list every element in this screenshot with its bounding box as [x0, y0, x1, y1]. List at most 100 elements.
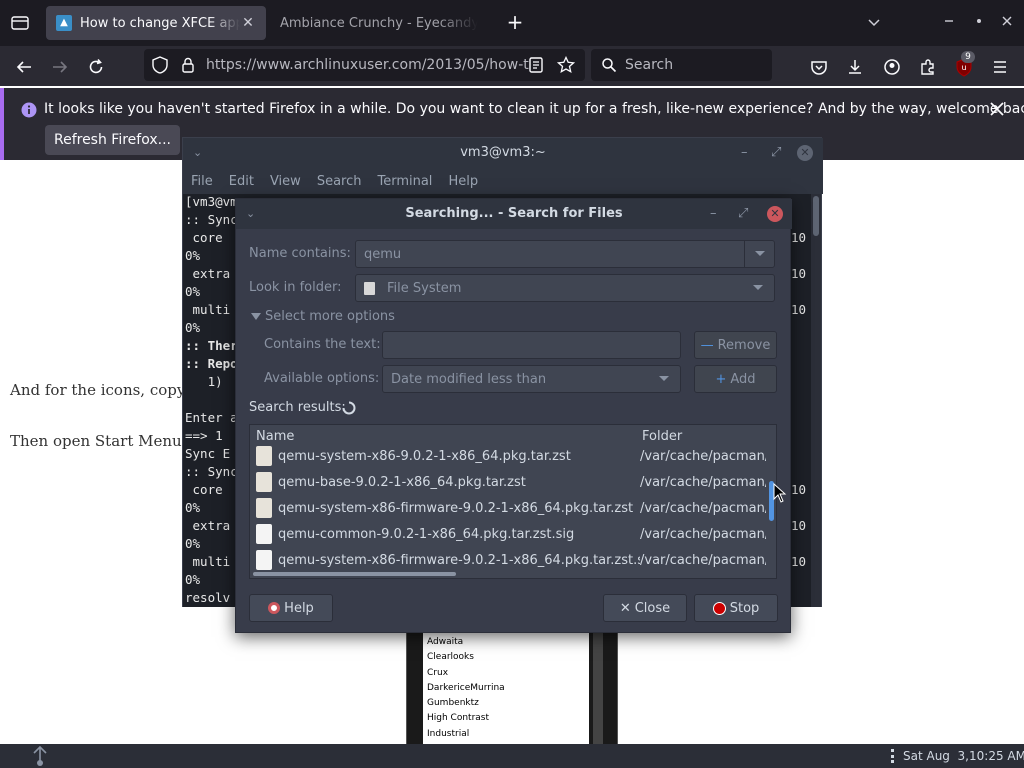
tab-title: Ambiance Crunchy - Eyecandy [280, 15, 478, 31]
table-row[interactable]: qemu-common-9.0.2-1-x86_64.pkg.tar.zst.s… [250, 521, 766, 547]
terminal-scrollbar[interactable] [811, 194, 821, 607]
search-bar[interactable]: Search [591, 49, 772, 81]
stop-icon [712, 601, 726, 615]
themes-screenshot: Adwaita Clearlooks Crux DarkericeMurrina… [406, 620, 618, 746]
terminal-line: 0% [185, 500, 201, 515]
terminal-line: core [185, 482, 223, 497]
new-tab-button[interactable]: + [503, 10, 527, 34]
terminal-menu-view[interactable]: View [270, 174, 301, 189]
name-history-dropdown-icon[interactable] [744, 241, 774, 267]
tab-title: How to change XFCE appea [80, 15, 240, 31]
tray-menu-icon[interactable] [891, 749, 895, 763]
info-icon [21, 102, 37, 118]
firefox-view-icon[interactable] [10, 13, 30, 33]
stop-button[interactable]: Stop [694, 594, 778, 622]
add-button[interactable]: + Add [694, 365, 777, 393]
document-file-icon [256, 550, 272, 570]
close-button[interactable]: ✕ Close [603, 594, 687, 622]
terminal-title: vm3@vm3:~ [460, 145, 546, 160]
bookmark-star-icon[interactable] [557, 56, 575, 74]
downloads-icon[interactable] [841, 53, 869, 81]
terminal-line: multi [185, 554, 231, 569]
table-row[interactable]: qemu-system-x86-9.0.2-1-x86_64.pkg.tar.z… [250, 443, 766, 469]
terminal-maximize-icon[interactable]: ⤢ [771, 138, 781, 168]
expander-triangle-icon [251, 312, 261, 320]
page-text-icons: And for the icons, copy fol [10, 381, 210, 399]
tracking-protection-icon[interactable] [152, 56, 168, 74]
refresh-firefox-button[interactable]: Refresh Firefox... [45, 125, 180, 155]
help-lifebuoy-icon [268, 602, 281, 614]
account-icon[interactable] [878, 53, 906, 81]
lock-icon[interactable] [182, 57, 194, 73]
window-close-icon[interactable] [1000, 14, 1014, 28]
whisker-menu-icon[interactable] [30, 745, 50, 767]
contains-text-input[interactable] [382, 331, 681, 359]
tab-ambiance-crunchy[interactable]: Ambiance Crunchy - Eyecandy [270, 6, 488, 40]
terminal-progress-marker: 10 [791, 302, 807, 317]
search-results-table[interactable]: Name Folder qemu-system-x86-9.0.2-1-x86_… [249, 424, 777, 579]
clock[interactable]: Sat Aug 3,10:25 AM [903, 749, 1024, 763]
look-in-folder-value: File System [387, 280, 462, 296]
folder-dropdown-icon[interactable] [752, 284, 764, 292]
select-more-options-expander[interactable]: Select more options [251, 309, 395, 324]
add-label: Add [730, 371, 756, 387]
results-horizontal-scrollbar[interactable] [250, 570, 766, 578]
terminal-line: Sync E [185, 446, 231, 461]
url-bar[interactable]: https://www.archlinuxuser.com/2013/05/ho… [144, 49, 585, 81]
result-name: qemu-system-x86-firmware-9.0.2-1-x86_64.… [278, 552, 640, 568]
tab-strip: ▲ How to change XFCE appea ✕ Ambiance Cr… [0, 0, 1024, 46]
reader-view-icon[interactable] [529, 57, 543, 73]
terminal-line: extra [185, 266, 231, 281]
close-tab-icon[interactable]: ✕ [240, 15, 256, 31]
results-vertical-scrollbar[interactable] [766, 447, 776, 575]
table-row[interactable]: qemu-system-x86-firmware-9.0.2-1-x86_64.… [250, 495, 766, 521]
dialog-close-icon[interactable]: ✕ [767, 206, 783, 222]
terminal-menu-terminal[interactable]: Terminal [377, 174, 432, 189]
result-name: qemu-system-x86-9.0.2-1-x86_64.pkg.tar.z… [278, 448, 571, 464]
terminal-minimize-icon[interactable]: – [741, 138, 748, 168]
terminal-menu-search[interactable]: Search [317, 174, 362, 189]
terminal-close-icon[interactable]: ✕ [797, 145, 813, 161]
terminal-line: :: Sync [185, 464, 238, 479]
forward-button[interactable] [46, 53, 74, 81]
search-for-files-dialog: Searching... - Search for Files ⌄ – ⤢ ✕ … [235, 198, 792, 633]
available-options-select[interactable]: Date modified less than [382, 365, 681, 393]
help-button[interactable]: Help [249, 594, 333, 622]
pocket-icon[interactable] [805, 53, 833, 81]
remove-button[interactable]: — Remove [694, 331, 777, 359]
terminal-line: :: Ther [185, 338, 238, 353]
extensions-icon[interactable] [914, 53, 942, 81]
search-results-label: Search results: [249, 400, 346, 415]
dialog-maximize-icon[interactable]: ⤢ [738, 199, 748, 229]
result-name: qemu-base-9.0.2-1-x86_64.pkg.tar.zst [278, 474, 526, 490]
app-menu-icon[interactable] [986, 53, 1014, 81]
terminal-line: 0% [185, 536, 201, 551]
name-contains-input[interactable]: qemu [355, 240, 775, 268]
terminal-line: :: Repo [185, 356, 238, 371]
look-in-folder-select[interactable]: File System [355, 274, 775, 302]
terminal-scrollbar-thumb[interactable] [813, 196, 819, 236]
terminal-menu-chevron-icon[interactable]: ⌄ [193, 138, 202, 168]
svg-text:u: u [961, 63, 966, 72]
tab-xfce-appearance[interactable]: ▲ How to change XFCE appea ✕ [46, 6, 266, 40]
available-options-dropdown-icon[interactable] [658, 375, 670, 383]
window-maximize-icon[interactable] [972, 14, 986, 28]
terminal-line: Enter a [185, 410, 238, 425]
terminal-menu-help[interactable]: Help [448, 174, 478, 189]
terminal-menu-edit[interactable]: Edit [229, 174, 254, 189]
dialog-title: Searching... - Search for Files [405, 206, 623, 221]
notification-close-icon[interactable] [989, 101, 1005, 117]
search-placeholder: Search [625, 57, 674, 73]
window-minimize-icon[interactable] [942, 14, 956, 28]
result-folder: /var/cache/pacman/p [640, 448, 766, 464]
reload-button[interactable] [82, 53, 110, 81]
table-row[interactable]: qemu-base-9.0.2-1-x86_64.pkg.tar.zst /va… [250, 469, 766, 495]
back-button[interactable] [10, 53, 38, 81]
results-horizontal-scrollbar-thumb[interactable] [253, 572, 456, 576]
dialog-menu-chevron-icon[interactable]: ⌄ [246, 199, 255, 229]
terminal-titlebar[interactable]: vm3@vm3:~ ⌄ – ⤢ ✕ [183, 138, 823, 168]
dialog-minimize-icon[interactable]: – [710, 199, 717, 229]
list-tabs-icon[interactable] [864, 12, 884, 32]
terminal-menu-file[interactable]: File [191, 174, 213, 189]
dialog-titlebar[interactable]: Searching... - Search for Files ⌄ – ⤢ ✕ [236, 199, 792, 229]
